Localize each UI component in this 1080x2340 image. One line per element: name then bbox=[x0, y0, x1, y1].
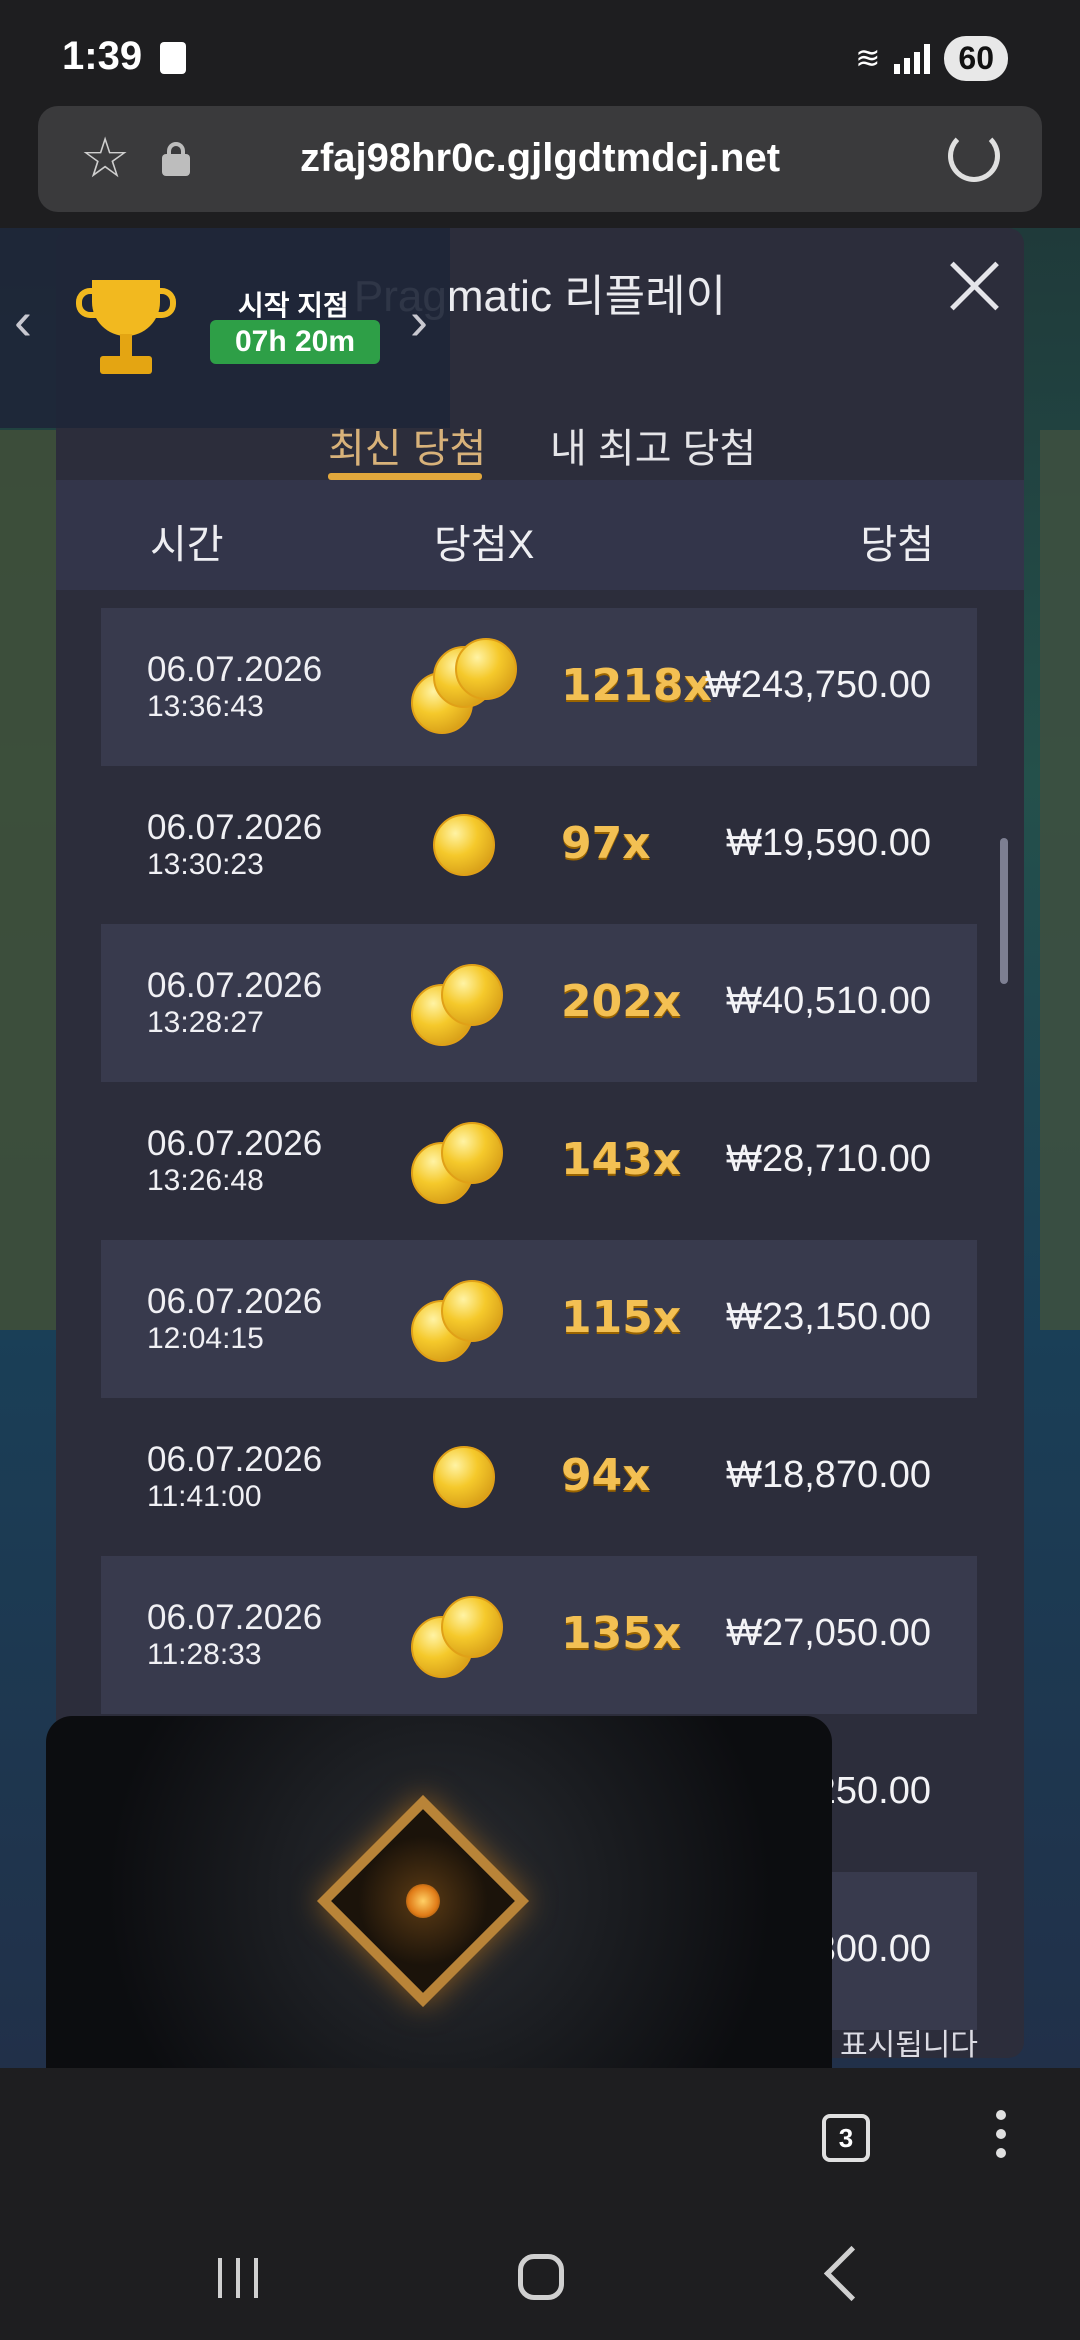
win-amount: ₩18,870.00 bbox=[726, 1454, 931, 1496]
win-multiplier: 115x bbox=[561, 1292, 682, 1343]
column-time: 시간 bbox=[150, 523, 224, 567]
win-amount: ₩243,750.00 bbox=[704, 664, 931, 706]
scrollbar[interactable] bbox=[1000, 838, 1008, 984]
table-header: 시간 당첨X 당첨 bbox=[56, 480, 1024, 590]
win-time: 11:41:00 bbox=[147, 1480, 262, 1513]
url-text[interactable]: zfaj98hr0c.gjlgdtmdcj.net bbox=[38, 136, 1042, 181]
column-win: 당첨 bbox=[860, 523, 934, 567]
close-icon[interactable] bbox=[946, 258, 1002, 314]
win-time: 13:28:27 bbox=[147, 1006, 264, 1039]
game-decoration-left bbox=[0, 430, 60, 1330]
chevron-right-icon[interactable]: › bbox=[410, 290, 428, 352]
win-amount: 300.00 bbox=[814, 1928, 931, 1970]
table-row[interactable]: 06.07.2026 11:41:00 94x ₩18,870.00 bbox=[101, 1398, 977, 1556]
win-time: 11:28:33 bbox=[147, 1638, 262, 1671]
table-row[interactable]: 06.07.2026 13:36:43 1218x ₩243,750.00 bbox=[101, 608, 977, 766]
wifi-icon: ≋ bbox=[855, 42, 881, 75]
coin-icon bbox=[411, 796, 521, 896]
win-time: 13:36:43 bbox=[147, 690, 264, 723]
table-row[interactable]: 06.07.2026 11:28:33 135x ₩27,050.00 bbox=[101, 1556, 977, 1714]
win-amount: ₩40,510.00 bbox=[726, 980, 931, 1022]
win-amount: ₩19,590.00 bbox=[726, 822, 931, 864]
win-date: 06.07.2026 bbox=[147, 1124, 323, 1163]
win-time: 12:04:15 bbox=[147, 1322, 264, 1355]
tournament-countdown: 07h 20m bbox=[210, 320, 380, 364]
win-time: 13:30:23 bbox=[147, 848, 264, 881]
coin-icon bbox=[411, 1428, 521, 1528]
address-bar[interactable]: ☆ zfaj98hr0c.gjlgdtmdcj.net bbox=[38, 106, 1042, 212]
win-date: 06.07.2026 bbox=[147, 1440, 323, 1479]
reload-icon[interactable] bbox=[948, 130, 1000, 182]
win-date: 06.07.2026 bbox=[147, 966, 323, 1005]
tournament-label: 시작 지점 bbox=[238, 290, 349, 321]
win-date: 06.07.2026 bbox=[147, 650, 323, 689]
win-date: 06.07.2026 bbox=[147, 1598, 323, 1637]
win-multiplier: 143x bbox=[561, 1134, 682, 1185]
status-bar: 1:39 ≋ 60 bbox=[0, 0, 1080, 110]
column-multiplier: 당첨X bbox=[434, 523, 535, 567]
trophy-icon bbox=[76, 280, 176, 380]
tab-my-top-wins[interactable]: 내 최고 당첨 bbox=[550, 416, 756, 474]
clock-time: 1:39 bbox=[62, 34, 143, 78]
coin-icon bbox=[411, 1270, 521, 1370]
signal-icon bbox=[894, 43, 931, 74]
recent-apps-icon[interactable] bbox=[218, 2258, 258, 2298]
win-multiplier: 97x bbox=[561, 818, 651, 869]
game-decoration-right bbox=[1040, 430, 1080, 1330]
table-row[interactable]: 06.07.2026 12:04:15 115x ₩23,150.00 bbox=[101, 1240, 977, 1398]
app-notification-icon bbox=[160, 42, 186, 74]
win-multiplier: 202x bbox=[561, 976, 682, 1027]
coin-icon bbox=[411, 954, 521, 1054]
coin-icon bbox=[411, 1586, 521, 1686]
win-amount: 250.00 bbox=[814, 1770, 931, 1812]
win-amount: ₩28,710.00 bbox=[726, 1138, 931, 1180]
tabs-count-button[interactable]: 3 bbox=[822, 2114, 870, 2162]
win-multiplier: 135x bbox=[561, 1608, 682, 1659]
system-navigation-bar bbox=[0, 2218, 1080, 2340]
win-multiplier: 1218x bbox=[561, 660, 712, 711]
more-menu-icon[interactable] bbox=[996, 2110, 1008, 2167]
browser-toolbar: 3 bbox=[0, 2068, 1080, 2218]
coin-icon bbox=[411, 638, 521, 738]
table-row[interactable]: 06.07.2026 13:26:48 143x ₩28,710.00 bbox=[101, 1082, 977, 1240]
table-row[interactable]: 06.07.2026 13:30:23 97x ₩19,590.00 bbox=[101, 766, 977, 924]
home-icon[interactable] bbox=[518, 2254, 564, 2300]
tournament-widget[interactable]: ‹ 시작 지점 07h 20m › bbox=[0, 228, 450, 428]
win-multiplier: 94x bbox=[561, 1450, 651, 1501]
battery-indicator: 60 bbox=[944, 36, 1008, 81]
back-icon[interactable] bbox=[823, 2245, 880, 2302]
game-logo-emblem bbox=[316, 1794, 530, 2008]
win-time: 13:26:48 bbox=[147, 1164, 264, 1197]
win-amount: ₩23,150.00 bbox=[726, 1296, 931, 1338]
active-tab-indicator bbox=[328, 473, 482, 480]
coin-icon bbox=[411, 1112, 521, 1212]
win-date: 06.07.2026 bbox=[147, 1282, 323, 1321]
win-date: 06.07.2026 bbox=[147, 808, 323, 847]
win-amount: ₩27,050.00 bbox=[726, 1612, 931, 1654]
table-row[interactable]: 06.07.2026 13:28:27 202x ₩40,510.00 bbox=[101, 924, 977, 1082]
chevron-left-icon[interactable]: ‹ bbox=[14, 290, 32, 352]
